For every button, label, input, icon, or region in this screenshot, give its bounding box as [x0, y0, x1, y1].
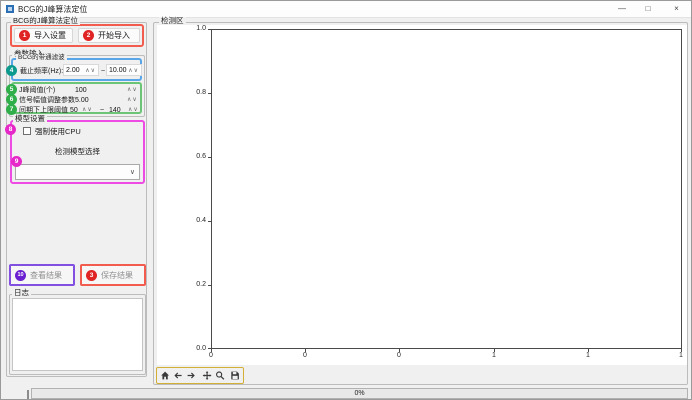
- import-settings-button[interactable]: 1 导入设置: [14, 28, 73, 43]
- plot-group-label: 检测区: [159, 17, 186, 25]
- forward-icon[interactable]: [186, 370, 196, 381]
- force-cpu-checkbox[interactable]: [23, 127, 31, 135]
- y-tick-mark: [208, 221, 211, 222]
- x-tick-label: 0: [295, 352, 315, 360]
- zoom-icon[interactable]: [215, 370, 225, 381]
- y-tick-label: 1.0: [188, 25, 206, 33]
- cutoff-high-value[interactable]: 10.00: [109, 67, 127, 74]
- close-button[interactable]: ×: [661, 1, 692, 17]
- y-tick-mark: [208, 29, 211, 30]
- annotation-circle-7: 7: [6, 104, 17, 115]
- interval-range-separator: ~: [100, 106, 104, 115]
- start-import-button[interactable]: 2 开始导入: [78, 28, 140, 43]
- plot-toolbar: [156, 367, 244, 384]
- peak-threshold-label: J峰阈值(个): [19, 86, 55, 95]
- y-tick-label: 0.6: [188, 153, 206, 161]
- annotation-circle-1: 1: [19, 30, 30, 41]
- cutoff-low-spinbox[interactable]: 2.00 ∧∨: [63, 64, 99, 76]
- start-import-label: 开始导入: [98, 30, 130, 41]
- bandpass-group-label: BCG的带通滤波: [16, 54, 67, 62]
- cutoff-high-spinbox[interactable]: 10.00 ∧∨: [106, 64, 142, 76]
- y-tick-mark: [208, 348, 211, 349]
- home-icon[interactable]: [160, 370, 170, 381]
- spinner-arrows-icon[interactable]: ∧∨: [128, 67, 139, 74]
- x-tick-label: 1: [484, 352, 504, 360]
- cutoff-label: 截止频率(Hz):: [20, 67, 63, 76]
- x-tick-label: 1: [671, 352, 691, 360]
- y-tick-label: 0.2: [188, 281, 206, 289]
- annotation-circle-9: 9: [11, 156, 22, 167]
- interval-high-value[interactable]: 140: [109, 106, 121, 115]
- y-tick-mark: [208, 93, 211, 94]
- amplitude-value[interactable]: 5.00: [75, 96, 89, 105]
- annotation-circle-8: 8: [5, 124, 16, 135]
- force-cpu-label: 强制使用CPU: [35, 127, 81, 136]
- left-panel-group-label: BCG的J峰算法定位: [11, 17, 80, 25]
- annotation-circle-3: 3: [86, 270, 97, 281]
- spinner-arrows-icon[interactable]: ∧∨: [85, 67, 96, 74]
- save-results-button[interactable]: 3 保存结果: [80, 264, 146, 286]
- maximize-button[interactable]: □: [635, 1, 661, 17]
- save-results-label: 保存结果: [101, 270, 133, 281]
- minimize-button[interactable]: —: [609, 1, 635, 17]
- app-icon: [6, 5, 14, 13]
- x-tick-label: 1: [578, 352, 598, 360]
- cutoff-range-separator: ~: [101, 67, 105, 76]
- annotation-circle-10: 10: [15, 270, 26, 281]
- x-tick-label: 0: [201, 352, 221, 360]
- y-tick-mark: [208, 285, 211, 286]
- log-textarea[interactable]: [12, 298, 143, 371]
- spinner-arrows-icon[interactable]: ∧∨: [127, 86, 138, 95]
- import-settings-label: 导入设置: [34, 30, 66, 41]
- app-window: BCG的J峰算法定位 — □ × BCG的J峰算法定位 1 导入设置 2 开始导…: [0, 0, 692, 400]
- view-results-button[interactable]: 10 查看结果: [9, 264, 75, 286]
- progress-text: 0%: [354, 390, 364, 397]
- back-icon[interactable]: [173, 370, 183, 381]
- x-tick-label: 0: [389, 352, 409, 360]
- spinner-arrows-icon[interactable]: ∧∨: [128, 106, 139, 115]
- plot-axes: [211, 29, 682, 349]
- model-combobox[interactable]: ∨: [15, 164, 140, 180]
- statusbar-grip: [27, 390, 29, 400]
- model-select-label: 检测模型选择: [10, 147, 145, 156]
- y-tick-label: 0.8: [188, 89, 206, 97]
- spinner-arrows-icon[interactable]: ∧∨: [127, 96, 138, 105]
- view-results-label: 查看结果: [30, 270, 62, 281]
- amplitude-label: 信号幅值调整参数: [19, 96, 75, 105]
- model-group-label: 模型设置: [13, 115, 47, 123]
- titlebar: BCG的J峰算法定位 — □ ×: [1, 1, 691, 18]
- pan-icon[interactable]: [202, 370, 212, 381]
- y-tick-mark: [208, 157, 211, 158]
- combobox-arrow-icon[interactable]: ∨: [130, 168, 135, 176]
- peak-threshold-value[interactable]: 100: [75, 86, 87, 95]
- progress-bar: 0%: [31, 388, 688, 399]
- cutoff-low-value[interactable]: 2.00: [66, 67, 80, 74]
- annotation-circle-2: 2: [83, 30, 94, 41]
- annotation-circle-4: 4: [6, 65, 17, 76]
- y-tick-label: 0.4: [188, 217, 206, 225]
- interval-low-value[interactable]: 50: [70, 106, 78, 115]
- save-icon[interactable]: [230, 370, 240, 381]
- window-title: BCG的J峰算法定位: [18, 4, 87, 15]
- log-group-label: 日志: [12, 289, 31, 297]
- spinner-arrows-icon[interactable]: ∧∨: [82, 106, 93, 115]
